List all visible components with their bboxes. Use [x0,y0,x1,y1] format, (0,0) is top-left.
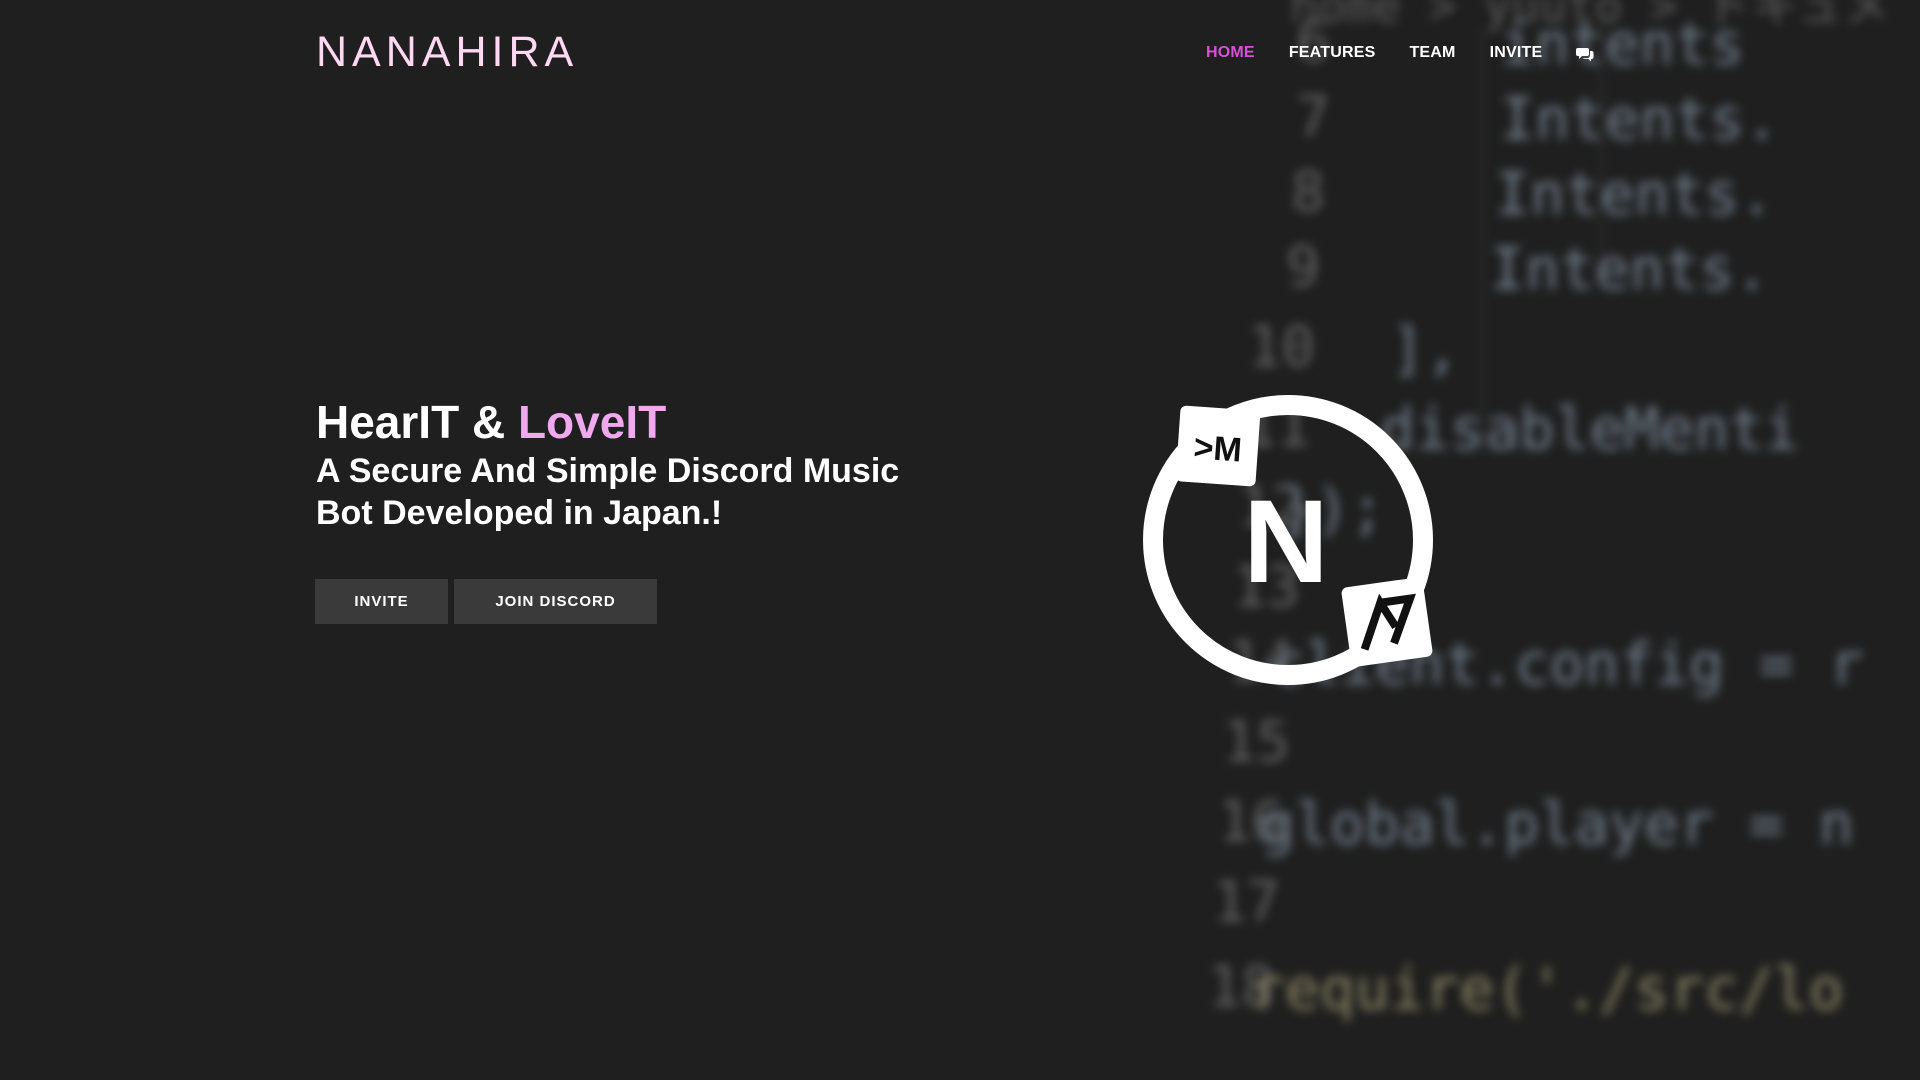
code-line-number: 15 [1222,710,1290,775]
code-line-text: Intents. [1490,235,1770,303]
code-line: 10], [1180,315,1920,395]
logo-badge-left: >M [1192,428,1243,469]
code-line-text: Intents. [1495,160,1775,228]
code-line: 8 Intents. [1180,160,1920,240]
nav-features[interactable]: FEATURES [1289,44,1376,62]
comments-icon[interactable] [1576,46,1594,62]
page: home > yuuto > ドキュメ 6 intents 7 Intents. 8 In… [0,0,1920,1080]
join-discord-button[interactable]: JOIN DISCORD [454,579,657,624]
code-line-text: ], [1390,315,1460,383]
code-line: 17 [1180,870,1920,950]
code-line: 18 require('./src/lo [1180,955,1920,1035]
logo-badge-right-icon [1341,577,1433,667]
code-line-number: 9 [1286,235,1320,300]
code-line-number: 6 [1296,10,1330,75]
code-line: 9 Intents. [1180,235,1920,315]
code-path: home > yuuto > ドキュメ [1290,0,1890,33]
hero-title-main: HearIT & [316,396,518,448]
bot-logo: N >M [1130,392,1450,692]
hero-buttons: INVITE JOIN DISCORD [315,579,657,624]
nav-team[interactable]: TEAM [1409,44,1455,62]
code-line-text: global.player = n [1260,790,1854,858]
hero-title: HearIT & LoveIT [316,396,916,448]
code-line-number: 17 [1212,870,1280,935]
code-line-number: 10 [1247,315,1315,380]
code-line-number: 7 [1296,85,1330,150]
invite-button[interactable]: INVITE [315,579,448,624]
code-line: 7 Intents. [1180,85,1920,165]
code-line-text: Intents. [1500,85,1780,153]
code-line-number: 16 [1217,790,1285,855]
hero-title-accent: LoveIT [517,396,667,448]
code-line: 16 global.player = n [1180,790,1920,870]
brand-logo-text[interactable]: NANAHIRA [316,28,578,77]
nav-home[interactable]: HOME [1206,44,1255,62]
main-nav: HOME FEATURES TEAM INVITE [1206,44,1594,62]
code-line-text: require('./src/lo [1250,955,1844,1023]
code-line-number: 8 [1291,160,1325,225]
code-line: 15 [1180,710,1920,790]
hero-subtitle: A Secure And Simple Discord Music Bot De… [316,452,900,532]
nav-invite[interactable]: INVITE [1490,44,1543,62]
hero-section: HearIT & LoveIT A Secure And Simple Disc… [316,396,916,534]
logo-center-letter: N [1243,476,1328,608]
code-line-number: 18 [1207,955,1275,1020]
